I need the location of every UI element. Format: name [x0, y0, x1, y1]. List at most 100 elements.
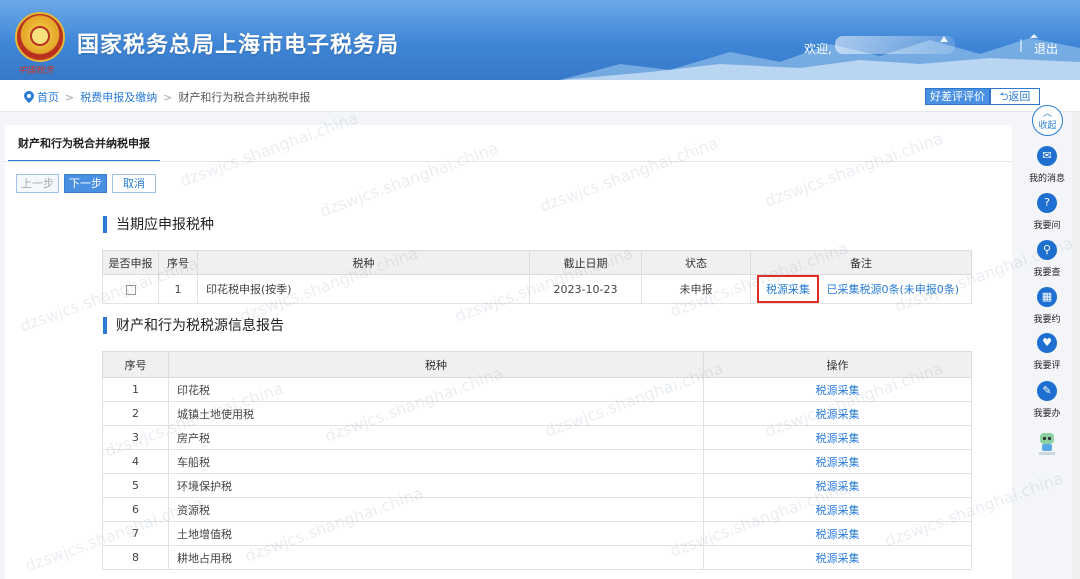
tax-name: 环境保护税	[168, 473, 704, 498]
breadcrumb-home[interactable]: 首页	[37, 89, 59, 105]
back-label: 返回	[1008, 90, 1031, 103]
tax-name: 车船税	[168, 449, 704, 474]
chevron-up-icon: ︿	[1042, 109, 1052, 119]
table-header-row: 序号 税种 操作	[102, 351, 972, 378]
section-current-taxes-header: 当期应申报税种	[103, 214, 214, 234]
breadcrumb: 首页 > 税费申报及缴纳 > 财产和行为税合并纳税申报	[24, 89, 310, 105]
source-collect-link[interactable]: 税源采集	[703, 545, 972, 570]
tax-name: 资源税	[168, 497, 704, 522]
table-row: 2 城镇土地使用税 税源采集	[102, 401, 972, 426]
calendar-icon: ▦	[1037, 287, 1057, 307]
source-collect-link[interactable]: 税源采集	[703, 473, 972, 498]
rail-label: 我的消息	[1028, 174, 1065, 184]
assistant-robot-icon[interactable]	[1036, 430, 1058, 456]
breadcrumb-tax-filing[interactable]: 税费申报及缴纳	[80, 89, 157, 105]
evaluation-button[interactable]: 好差评评价	[925, 88, 990, 105]
source-collect-link[interactable]: 税源采集	[703, 497, 972, 522]
tax-name: 土地增值税	[168, 521, 704, 546]
user-name-blurred	[835, 36, 955, 54]
row-no: 1	[102, 377, 169, 402]
message-icon: ✉	[1037, 146, 1057, 166]
table-row: 1 印花税 税源采集	[102, 377, 972, 402]
tax-name: 印花税申报(按季)	[197, 274, 530, 304]
rail-item-evaluate[interactable]: ♥ 我要评	[1024, 333, 1070, 371]
current-taxes-table: 是否申报 序号 税种 截止日期 状态 备注 1 印花税申报(按季) 2023-1…	[102, 250, 972, 304]
source-collect-link[interactable]: 税源采集	[703, 425, 972, 450]
declare-checkbox[interactable]	[125, 284, 136, 295]
rail-label: 我要约	[1033, 315, 1061, 325]
header-separator: |	[1019, 38, 1024, 52]
rail-label: 我要问	[1033, 221, 1061, 231]
tax-name: 印花税	[168, 377, 704, 402]
rail-item-messages[interactable]: ✉ 我的消息	[1024, 146, 1070, 184]
row-no: 2	[102, 401, 169, 426]
col-header: 序号	[102, 351, 169, 378]
collapse-button[interactable]: ︿ 收起	[1032, 105, 1063, 136]
tax-name: 房产税	[168, 425, 704, 450]
rail-item-appointment[interactable]: ▦ 我要约	[1024, 287, 1070, 325]
col-header: 税种	[197, 250, 530, 275]
row-no: 3	[102, 425, 169, 450]
collected-count-link[interactable]: 已采集税源0条(未申报0条)	[827, 283, 960, 296]
location-pin-icon	[24, 91, 34, 103]
site-title: 国家税务总局上海市电子税务局	[77, 33, 400, 58]
note-cell: 税源采集 已采集税源0条(未申报0条)	[750, 274, 972, 304]
col-header: 状态	[641, 250, 751, 275]
tax-emblem-logo	[15, 12, 65, 62]
col-header: 操作	[703, 351, 972, 378]
rail-label: 我要评	[1033, 361, 1061, 371]
row-no: 4	[102, 449, 169, 474]
back-button[interactable]: ⮌返回	[990, 88, 1040, 105]
source-collect-link[interactable]: 税源采集	[766, 283, 810, 296]
table-row: 3 房产税 税源采集	[102, 425, 972, 450]
header-banner: 中国税务 国家税务总局上海市电子税务局 欢迎, | 退出	[0, 0, 1080, 80]
table-row: 8 耕地占用税 税源采集	[102, 545, 972, 570]
status: 未申报	[641, 274, 751, 304]
row-no: 1	[158, 274, 198, 304]
source-collect-link[interactable]: 税源采集	[703, 521, 972, 546]
col-header: 是否申报	[102, 250, 159, 275]
cancel-button[interactable]: 取消	[112, 174, 156, 193]
source-collect-link[interactable]: 税源采集	[703, 401, 972, 426]
breadcrumb-sep: >	[65, 90, 75, 104]
page-scrollbar[interactable]	[1072, 112, 1080, 579]
tax-name: 耕地占用税	[168, 545, 704, 570]
breadcrumb-current: 财产和行为税合并纳税申报	[178, 91, 311, 104]
main-panel: 财产和行为税合并纳税申报 上一步 下一步 取消 当期应申报税种 是否申报 序号 …	[5, 125, 1012, 579]
welcome-text: 欢迎,	[804, 42, 832, 56]
source-collect-link[interactable]: 税源采集	[703, 449, 972, 474]
table-header-row: 是否申报 序号 税种 截止日期 状态 备注	[102, 250, 972, 275]
table-row: 6 资源税 税源采集	[102, 497, 972, 522]
table-row: 7 土地增值税 税源采集	[102, 521, 972, 546]
section-source-report-header: 财产和行为税税源信息报告	[103, 315, 284, 335]
question-icon: ?	[1037, 193, 1057, 213]
table-row: 4 车船税 税源采集	[102, 449, 972, 474]
logout-link[interactable]: 退出	[1034, 40, 1058, 57]
row-no: 7	[102, 521, 169, 546]
rail-item-handle[interactable]: ✎ 我要办	[1024, 381, 1070, 419]
row-no: 8	[102, 545, 169, 570]
col-header: 序号	[158, 250, 198, 275]
deadline: 2023-10-23	[529, 274, 642, 304]
heart-icon: ♥	[1037, 333, 1057, 353]
tax-name: 城镇土地使用税	[168, 401, 704, 426]
rail-item-ask[interactable]: ? 我要问	[1024, 193, 1070, 231]
breadcrumb-sep: >	[163, 90, 173, 104]
row-no: 6	[102, 497, 169, 522]
sub-logo-text: 中国税务	[18, 66, 55, 76]
highlight-box: 税源采集	[757, 275, 819, 303]
tax-source-table: 序号 税种 操作 1 印花税 税源采集 2 城镇土地使用税 税源采集 3 房产税 税源采集 …	[102, 351, 972, 570]
prev-step-button[interactable]: 上一步	[16, 174, 59, 193]
section-marker	[103, 215, 107, 233]
rail-label: 我要办	[1033, 409, 1061, 419]
source-collect-link[interactable]: 税源采集	[703, 377, 972, 402]
breadcrumb-bar: 首页 > 税费申报及缴纳 > 财产和行为税合并纳税申报	[0, 80, 1080, 112]
tab-combined-filing[interactable]: 财产和行为税合并纳税申报	[8, 132, 160, 162]
rail-item-query[interactable]: ⚲ 我要查	[1024, 240, 1070, 278]
next-step-button[interactable]: 下一步	[64, 174, 107, 193]
search-icon: ⚲	[1037, 240, 1057, 260]
pencil-icon: ✎	[1037, 381, 1057, 401]
table-row: 1 印花税申报(按季) 2023-10-23 未申报 税源采集 已采集税源0条(…	[102, 274, 972, 304]
col-header: 备注	[750, 250, 972, 275]
declare-checkbox-cell	[102, 274, 159, 304]
